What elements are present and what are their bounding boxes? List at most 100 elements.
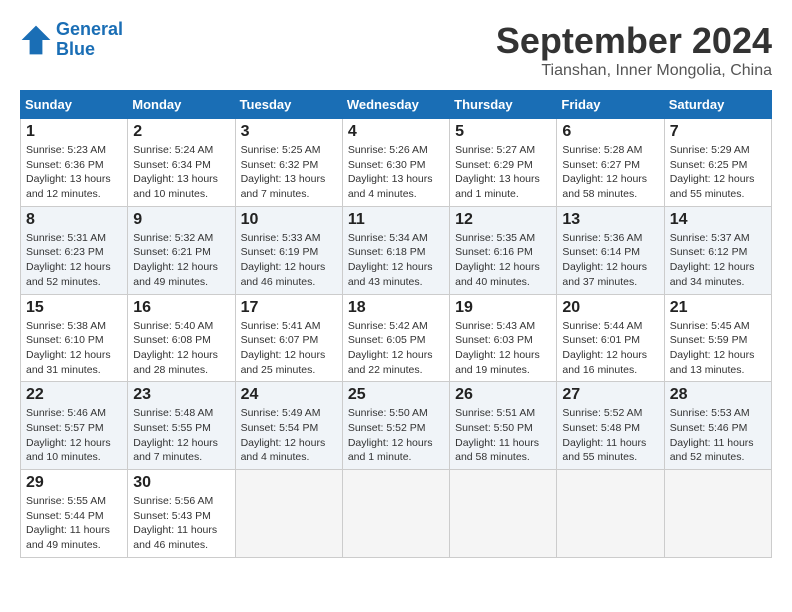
day-number: 14 <box>670 211 766 229</box>
day-info: Sunrise: 5:34 AMSunset: 6:18 PMDaylight:… <box>348 231 444 290</box>
day-info: Sunrise: 5:51 AMSunset: 5:50 PMDaylight:… <box>455 406 551 465</box>
day-number: 13 <box>562 211 658 229</box>
day-info: Sunrise: 5:32 AMSunset: 6:21 PMDaylight:… <box>133 231 229 290</box>
day-number: 27 <box>562 386 658 404</box>
logo: General Blue <box>20 20 123 60</box>
day-number: 28 <box>670 386 766 404</box>
day-number: 1 <box>26 123 122 141</box>
calendar-cell: 18 Sunrise: 5:42 AMSunset: 6:05 PMDayligh… <box>342 294 449 382</box>
day-number: 8 <box>26 211 122 229</box>
logo-icon <box>20 24 52 56</box>
day-info: Sunrise: 5:49 AMSunset: 5:54 PMDaylight:… <box>241 406 337 465</box>
calendar-cell <box>450 470 557 558</box>
day-info: Sunrise: 5:36 AMSunset: 6:14 PMDaylight:… <box>562 231 658 290</box>
calendar-cell: 9 Sunrise: 5:32 AMSunset: 6:21 PMDaylight… <box>128 206 235 294</box>
day-number: 26 <box>455 386 551 404</box>
day-info: Sunrise: 5:42 AMSunset: 6:05 PMDaylight:… <box>348 319 444 378</box>
day-number: 6 <box>562 123 658 141</box>
calendar-cell: 24Sunrise: 5:49 AMSunset: 5:54 PMDayligh… <box>235 382 342 470</box>
calendar-cell: 2 Sunrise: 5:24 AMSunset: 6:34 PMDaylight… <box>128 119 235 207</box>
day-number: 10 <box>241 211 337 229</box>
day-info: Sunrise: 5:41 AMSunset: 6:07 PMDaylight:… <box>241 319 337 378</box>
calendar-cell: 15 Sunrise: 5:38 AMSunset: 6:10 PMDayligh… <box>21 294 128 382</box>
weekday-header-thursday: Thursday <box>450 91 557 119</box>
weekday-header-friday: Friday <box>557 91 664 119</box>
main-title: September 2024 <box>496 20 772 62</box>
calendar-cell: 11 Sunrise: 5:34 AMSunset: 6:18 PMDayligh… <box>342 206 449 294</box>
calendar-cell: 7 Sunrise: 5:29 AMSunset: 6:25 PMDaylight… <box>664 119 771 207</box>
calendar-cell: 1 Sunrise: 5:23 AMSunset: 6:36 PMDaylight… <box>21 119 128 207</box>
day-info: Sunrise: 5:35 AMSunset: 6:16 PMDaylight:… <box>455 231 551 290</box>
weekday-header-saturday: Saturday <box>664 91 771 119</box>
day-info: Sunrise: 5:45 AMSunset: 5:59 PMDaylight:… <box>670 319 766 378</box>
day-number: 7 <box>670 123 766 141</box>
calendar-cell: 16Sunrise: 5:40 AMSunset: 6:08 PMDayligh… <box>128 294 235 382</box>
calendar-cell <box>342 470 449 558</box>
calendar-cell <box>235 470 342 558</box>
day-number: 30 <box>133 474 229 492</box>
day-info: Sunrise: 5:46 AMSunset: 5:57 PMDaylight:… <box>26 406 122 465</box>
calendar-cell <box>557 470 664 558</box>
subtitle: Tianshan, Inner Mongolia, China <box>496 62 772 80</box>
day-info: Sunrise: 5:50 AMSunset: 5:52 PMDaylight:… <box>348 406 444 465</box>
calendar-cell: 21 Sunrise: 5:45 AMSunset: 5:59 PMDayligh… <box>664 294 771 382</box>
day-number: 11 <box>348 211 444 229</box>
day-info: Sunrise: 5:26 AMSunset: 6:30 PMDaylight:… <box>348 143 444 202</box>
day-number: 9 <box>133 211 229 229</box>
weekday-header-monday: Monday <box>128 91 235 119</box>
calendar-cell: 29 Sunrise: 5:55 AMSunset: 5:44 PMDayligh… <box>21 470 128 558</box>
day-info: Sunrise: 5:38 AMSunset: 6:10 PMDaylight:… <box>26 319 122 378</box>
day-info: Sunrise: 5:53 AMSunset: 5:46 PMDaylight:… <box>670 406 766 465</box>
calendar-cell: 22 Sunrise: 5:46 AMSunset: 5:57 PMDayligh… <box>21 382 128 470</box>
calendar-table: SundayMondayTuesdayWednesdayThursdayFrid… <box>20 90 772 558</box>
logo-line1: General <box>56 19 123 39</box>
title-area: September 2024 Tianshan, Inner Mongolia,… <box>496 20 772 80</box>
day-number: 5 <box>455 123 551 141</box>
day-number: 2 <box>133 123 229 141</box>
day-number: 22 <box>26 386 122 404</box>
weekday-header-row: SundayMondayTuesdayWednesdayThursdayFrid… <box>21 91 772 119</box>
day-info: Sunrise: 5:40 AMSunset: 6:08 PMDaylight:… <box>133 319 229 378</box>
calendar-cell: 5 Sunrise: 5:27 AMSunset: 6:29 PMDaylight… <box>450 119 557 207</box>
day-number: 18 <box>348 299 444 317</box>
day-number: 15 <box>26 299 122 317</box>
day-number: 12 <box>455 211 551 229</box>
day-info: Sunrise: 5:24 AMSunset: 6:34 PMDaylight:… <box>133 143 229 202</box>
day-info: Sunrise: 5:56 AMSunset: 5:43 PMDaylight:… <box>133 494 229 553</box>
calendar-cell: 26 Sunrise: 5:51 AMSunset: 5:50 PMDayligh… <box>450 382 557 470</box>
day-info: Sunrise: 5:27 AMSunset: 6:29 PMDaylight:… <box>455 143 551 202</box>
day-number: 20 <box>562 299 658 317</box>
day-info: Sunrise: 5:25 AMSunset: 6:32 PMDaylight:… <box>241 143 337 202</box>
logo-line2: Blue <box>56 39 95 59</box>
day-info: Sunrise: 5:43 AMSunset: 6:03 PMDaylight:… <box>455 319 551 378</box>
weekday-header-wednesday: Wednesday <box>342 91 449 119</box>
day-info: Sunrise: 5:48 AMSunset: 5:55 PMDaylight:… <box>133 406 229 465</box>
day-info: Sunrise: 5:23 AMSunset: 6:36 PMDaylight:… <box>26 143 122 202</box>
day-info: Sunrise: 5:33 AMSunset: 6:19 PMDaylight:… <box>241 231 337 290</box>
calendar-week-row: 15 Sunrise: 5:38 AMSunset: 6:10 PMDayligh… <box>21 294 772 382</box>
header: General Blue September 2024 Tianshan, In… <box>20 20 772 80</box>
logo-text: General Blue <box>56 20 123 60</box>
calendar-cell: 4 Sunrise: 5:26 AMSunset: 6:30 PMDaylight… <box>342 119 449 207</box>
calendar-cell: 17 Sunrise: 5:41 AMSunset: 6:07 PMDayligh… <box>235 294 342 382</box>
weekday-header-tuesday: Tuesday <box>235 91 342 119</box>
day-info: Sunrise: 5:37 AMSunset: 6:12 PMDaylight:… <box>670 231 766 290</box>
day-info: Sunrise: 5:52 AMSunset: 5:48 PMDaylight:… <box>562 406 658 465</box>
day-info: Sunrise: 5:31 AMSunset: 6:23 PMDaylight:… <box>26 231 122 290</box>
day-info: Sunrise: 5:29 AMSunset: 6:25 PMDaylight:… <box>670 143 766 202</box>
day-number: 17 <box>241 299 337 317</box>
calendar-cell: 27 Sunrise: 5:52 AMSunset: 5:48 PMDayligh… <box>557 382 664 470</box>
day-number: 4 <box>348 123 444 141</box>
calendar-cell: 13 Sunrise: 5:36 AMSunset: 6:14 PMDayligh… <box>557 206 664 294</box>
calendar-cell: 8 Sunrise: 5:31 AMSunset: 6:23 PMDaylight… <box>21 206 128 294</box>
calendar-cell: 30 Sunrise: 5:56 AMSunset: 5:43 PMDayligh… <box>128 470 235 558</box>
calendar-cell: 6Sunrise: 5:28 AMSunset: 6:27 PMDaylight… <box>557 119 664 207</box>
calendar-cell: 12 Sunrise: 5:35 AMSunset: 6:16 PMDayligh… <box>450 206 557 294</box>
day-number: 19 <box>455 299 551 317</box>
calendar-week-row: 1 Sunrise: 5:23 AMSunset: 6:36 PMDaylight… <box>21 119 772 207</box>
calendar-cell: 14 Sunrise: 5:37 AMSunset: 6:12 PMDayligh… <box>664 206 771 294</box>
day-info: Sunrise: 5:55 AMSunset: 5:44 PMDaylight:… <box>26 494 122 553</box>
day-number: 25 <box>348 386 444 404</box>
day-number: 21 <box>670 299 766 317</box>
day-number: 29 <box>26 474 122 492</box>
